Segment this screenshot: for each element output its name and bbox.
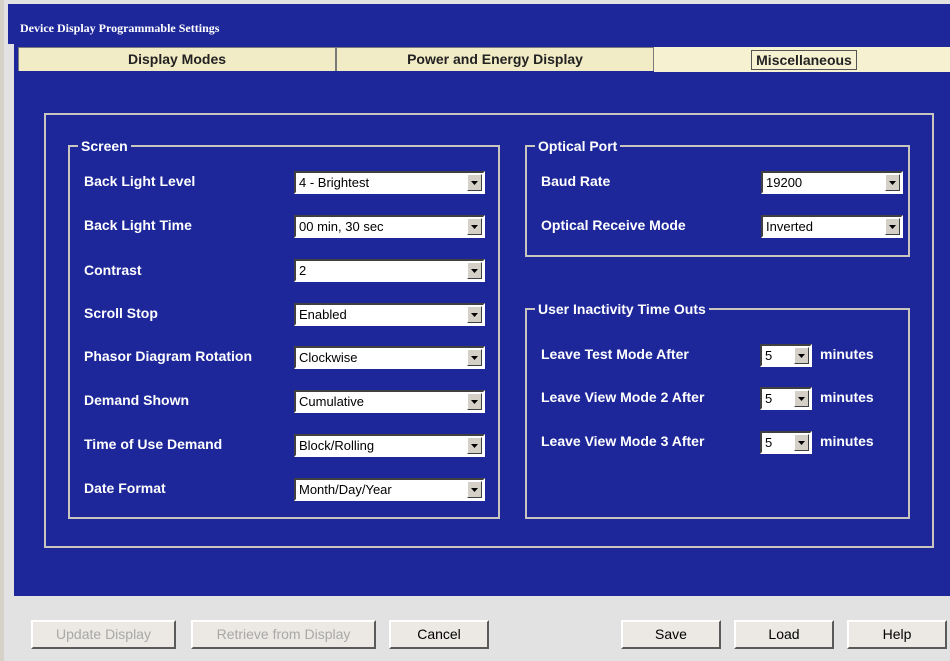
leave-view-mode-2-label: Leave View Mode 2 After [541, 389, 705, 405]
chevron-down-icon [889, 225, 896, 229]
scroll-stop-select[interactable]: Enabled [294, 303, 485, 326]
chevron-down-icon [471, 356, 478, 360]
tab-power-and-energy-display[interactable]: Power and Energy Display [336, 47, 654, 71]
contrast-value: 2 [299, 263, 307, 278]
chevron-down-icon [798, 354, 805, 358]
scroll-stop-label: Scroll Stop [84, 305, 158, 321]
baud-rate-select[interactable]: 19200 [761, 171, 903, 194]
leave-test-mode-select[interactable]: 5 [760, 344, 812, 367]
optical-port-legend: Optical Port [535, 137, 621, 155]
phasor-diagram-rotation-select[interactable]: Clockwise [294, 346, 485, 369]
chevron-down-icon [471, 313, 478, 317]
cancel-button[interactable]: Cancel [389, 620, 489, 649]
screen-group: Screen Back Light Level 4 - Brightest Ba… [68, 137, 500, 519]
tab-display-modes[interactable]: Display Modes [18, 47, 336, 71]
tab-miscellaneous-label: Miscellaneous [751, 50, 857, 70]
date-format-value: Month/Day/Year [299, 482, 392, 497]
optical-receive-mode-dropdown-button[interactable] [885, 218, 900, 235]
settings-window: Device Display Programmable Settings Dis… [0, 0, 950, 661]
baud-rate-value: 19200 [766, 175, 803, 190]
screen-legend: Screen [78, 137, 131, 155]
leave-test-mode-dropdown-button[interactable] [794, 347, 809, 364]
chevron-down-icon [471, 488, 478, 492]
tab-miscellaneous[interactable]: Miscellaneous [654, 47, 950, 75]
chevron-down-icon [471, 225, 478, 229]
optical-receive-mode-select[interactable]: Inverted [761, 215, 903, 238]
back-light-time-select[interactable]: 00 min, 30 sec [294, 215, 485, 238]
button-bar-divider [14, 596, 950, 604]
back-light-level-dropdown-button[interactable] [467, 174, 482, 191]
chevron-down-icon [471, 269, 478, 273]
scroll-stop-value: Enabled [299, 307, 347, 322]
chevron-down-icon [798, 441, 805, 445]
help-button[interactable]: Help [847, 620, 947, 649]
user-inactivity-group: User Inactivity Time Outs Leave Test Mod… [525, 300, 910, 519]
update-display-button[interactable]: Update Display [31, 620, 176, 649]
back-light-time-label: Back Light Time [84, 217, 192, 233]
date-format-dropdown-button[interactable] [467, 481, 482, 498]
leave-view-mode-2-dropdown-button[interactable] [794, 390, 809, 407]
save-button[interactable]: Save [621, 620, 721, 649]
leave-view-mode-2-select[interactable]: 5 [760, 387, 812, 410]
back-light-time-value: 00 min, 30 sec [299, 219, 384, 234]
optical-receive-mode-label: Optical Receive Mode [541, 217, 686, 233]
tab-strip: Display Modes Power and Energy Display M… [14, 44, 950, 75]
back-light-level-label: Back Light Level [84, 173, 196, 189]
title-bar: Device Display Programmable Settings [8, 4, 950, 44]
leave-view-mode-3-label: Leave View Mode 3 After [541, 433, 705, 449]
time-of-use-demand-dropdown-button[interactable] [467, 437, 482, 454]
phasor-diagram-rotation-value: Clockwise [299, 350, 358, 365]
contrast-dropdown-button[interactable] [467, 262, 482, 279]
demand-shown-select[interactable]: Cumulative [294, 390, 485, 413]
optical-port-group: Optical Port Baud Rate 19200 Optical Rec… [525, 137, 910, 257]
time-of-use-demand-label: Time of Use Demand [84, 436, 223, 452]
baud-rate-dropdown-button[interactable] [885, 174, 900, 191]
leave-view-mode-3-dropdown-button[interactable] [794, 434, 809, 451]
contrast-select[interactable]: 2 [294, 259, 485, 282]
date-format-select[interactable]: Month/Day/Year [294, 478, 485, 501]
contrast-label: Contrast [84, 262, 142, 278]
tab-panel: Screen Back Light Level 4 - Brightest Ba… [14, 72, 950, 596]
optical-receive-mode-value: Inverted [766, 219, 813, 234]
leave-view-mode-3-unit: minutes [820, 433, 874, 449]
demand-shown-dropdown-button[interactable] [467, 393, 482, 410]
baud-rate-label: Baud Rate [541, 173, 611, 189]
leave-test-mode-value: 5 [765, 348, 773, 363]
back-light-level-select[interactable]: 4 - Brightest [294, 171, 485, 194]
leave-test-mode-unit: minutes [820, 346, 874, 362]
leave-view-mode-2-value: 5 [765, 391, 773, 406]
phasor-diagram-rotation-dropdown-button[interactable] [467, 349, 482, 366]
leave-view-mode-2-unit: minutes [820, 389, 874, 405]
window-title: Device Display Programmable Settings [20, 21, 220, 35]
chevron-down-icon [471, 181, 478, 185]
time-of-use-demand-select[interactable]: Block/Rolling [294, 434, 485, 457]
scroll-stop-dropdown-button[interactable] [467, 306, 482, 323]
back-light-time-dropdown-button[interactable] [467, 218, 482, 235]
chevron-down-icon [889, 181, 896, 185]
back-light-level-value: 4 - Brightest [299, 175, 370, 190]
load-button[interactable]: Load [734, 620, 834, 649]
chevron-down-icon [471, 444, 478, 448]
leave-view-mode-3-value: 5 [765, 435, 773, 450]
phasor-diagram-rotation-label: Phasor Diagram Rotation [84, 348, 253, 364]
leave-view-mode-3-select[interactable]: 5 [760, 431, 812, 454]
chevron-down-icon [471, 400, 478, 404]
demand-shown-label: Demand Shown [84, 392, 190, 408]
demand-shown-value: Cumulative [299, 394, 365, 409]
time-of-use-demand-value: Block/Rolling [299, 438, 375, 453]
chevron-down-icon [798, 397, 805, 401]
leave-test-mode-label: Leave Test Mode After [541, 346, 689, 362]
retrieve-from-display-button[interactable]: Retrieve from Display [191, 620, 376, 649]
date-format-label: Date Format [84, 480, 166, 496]
user-inactivity-legend: User Inactivity Time Outs [535, 300, 709, 318]
